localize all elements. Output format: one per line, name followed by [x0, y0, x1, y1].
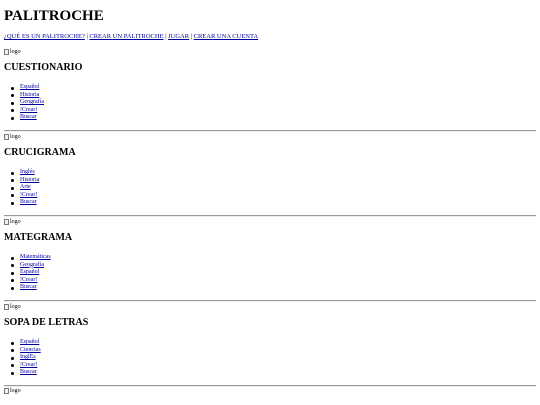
logo-alt-text: logo	[10, 134, 21, 140]
list-item: Arte	[10, 184, 39, 192]
list-item: Español	[11, 84, 44, 92]
section-divider	[4, 130, 536, 132]
list-item: Buscar	[11, 369, 41, 377]
list-item: Historia	[10, 177, 39, 185]
category-link[interactable]: Arte	[20, 184, 31, 190]
section-divider	[4, 215, 536, 217]
list-item: Geografía	[11, 99, 44, 107]
section-title: CUESTIONARIO	[4, 62, 83, 73]
broken-image-icon	[4, 134, 9, 140]
list-item: Buscar	[10, 199, 39, 207]
search-link[interactable]: Buscar	[20, 369, 37, 375]
site-title: PALITROCHE	[4, 8, 104, 24]
list-item: !Crear!	[11, 362, 41, 370]
nav-link-crear-palitroche[interactable]: CREAR UN PALITROCHE	[89, 33, 163, 40]
create-link[interactable]: !Crear!	[20, 362, 37, 368]
logo-alt-text: logo	[10, 219, 21, 225]
list-item: Geografía	[11, 262, 51, 270]
logo: logo	[4, 48, 21, 56]
list-item: !Crear!	[11, 107, 44, 115]
broken-image-icon	[4, 388, 9, 394]
search-link[interactable]: Buscar	[20, 284, 37, 290]
logo: logo	[4, 218, 21, 226]
section-title: SOPA DE LETRAS	[4, 317, 89, 328]
category-link[interactable]: Ciencias	[20, 347, 41, 353]
nav-link-crear-cuenta[interactable]: CREAR UNA CUENTA	[194, 33, 258, 40]
logo-alt-text: logo	[10, 304, 21, 310]
category-link[interactable]: InglÉs	[20, 354, 36, 360]
list-item: Español	[11, 269, 51, 277]
logo-alt-text: logo	[10, 388, 21, 394]
create-link[interactable]: !Crear!	[20, 277, 37, 283]
category-list: Español Ciencias InglÉs !Crear! Buscar	[11, 339, 41, 377]
category-list: Matemáticas Geografía Español !Crear! Bu…	[11, 254, 51, 292]
list-item: Matemáticas	[11, 254, 51, 262]
category-link[interactable]: Historia	[20, 177, 39, 183]
category-list: Español Historia Geografía !Crear! Busca…	[11, 84, 44, 122]
section-divider	[4, 300, 536, 302]
list-item: Buscar	[11, 114, 44, 122]
category-link[interactable]: Historia	[20, 92, 39, 98]
list-item: InglÉs	[11, 354, 41, 362]
broken-image-icon	[4, 304, 9, 310]
category-link[interactable]: Español	[20, 269, 39, 275]
broken-image-icon	[4, 219, 9, 225]
logo: logo	[4, 387, 21, 395]
nav-link-que-es[interactable]: ¿QUÉ ES UN PALITROCHE?	[4, 33, 85, 40]
logo-alt-text: logo	[10, 49, 21, 55]
category-link[interactable]: Español	[20, 339, 39, 345]
top-nav: ¿QUÉ ES UN PALITROCHE? | CREAR UN PALITR…	[4, 33, 258, 41]
page: PALITROCHE ¿QUÉ ES UN PALITROCHE? | CREA…	[0, 0, 540, 405]
list-item: !Crear!	[11, 277, 51, 285]
category-list: Inglés Historia Arte !Crear! Buscar	[10, 169, 39, 207]
category-link[interactable]: Español	[20, 84, 39, 90]
logo: logo	[4, 303, 21, 311]
logo: logo	[4, 133, 21, 141]
nav-link-jugar[interactable]: JUGAR	[168, 33, 189, 40]
search-link[interactable]: Buscar	[20, 114, 37, 120]
category-link[interactable]: Geografía	[20, 99, 44, 105]
section-title: MATEGRAMA	[4, 232, 73, 243]
list-item: !Crear!	[10, 192, 39, 200]
category-link[interactable]: Inglés	[20, 169, 35, 175]
category-link[interactable]: Geografía	[20, 262, 44, 268]
list-item: Inglés	[10, 169, 39, 177]
section-divider	[4, 385, 536, 387]
list-item: Buscar	[11, 284, 51, 292]
broken-image-icon	[4, 49, 9, 55]
create-link[interactable]: !Crear!	[20, 192, 37, 198]
section-title: CRUCIGRAMA	[4, 147, 76, 158]
category-link[interactable]: Matemáticas	[20, 254, 51, 260]
search-link[interactable]: Buscar	[20, 199, 37, 205]
create-link[interactable]: !Crear!	[20, 107, 37, 113]
list-item: Español	[11, 339, 41, 347]
